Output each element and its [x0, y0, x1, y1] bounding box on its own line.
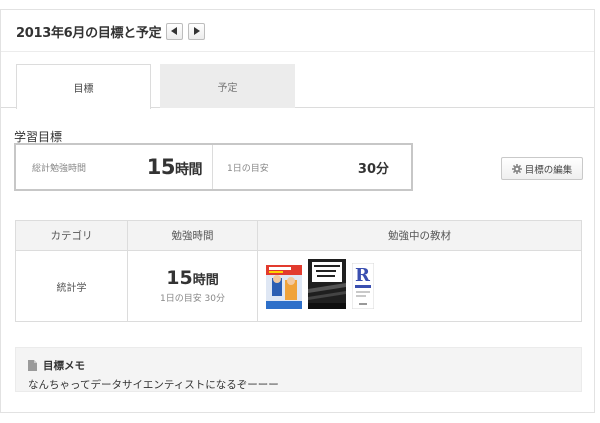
- triangle-left-icon: [171, 27, 178, 35]
- book-cover-r[interactable]: R: [352, 263, 374, 309]
- total-hours-number: 15: [146, 155, 176, 179]
- daily-target-cell: 1日の目安 30分: [213, 145, 411, 189]
- svg-text:R: R: [355, 265, 371, 286]
- title-divider: [1, 51, 594, 52]
- total-study-time-label: 総計勉強時間: [32, 163, 87, 174]
- book-cover-statistics[interactable]: [266, 265, 302, 309]
- memo-heading: 目標メモ: [28, 358, 581, 373]
- page-title: 2013年6月の目標と予定: [16, 25, 162, 41]
- edit-goal-button[interactable]: 目標の編集: [501, 157, 583, 180]
- header-materials: 勉強中の教材: [257, 220, 582, 251]
- daily-target-value: 30分: [357, 161, 389, 177]
- triangle-right-icon: [194, 27, 201, 35]
- total-study-time-value: 15時間: [146, 155, 203, 179]
- study-table: カテゴリ 勉強時間 勉強中の教材 統計学 15時間 1日の目安 30分 R: [15, 220, 582, 322]
- edit-goal-label: 目標の編集: [524, 164, 573, 176]
- next-month-button[interactable]: [188, 22, 206, 40]
- goals-panel: 2013年6月の目標と予定 目標 予定 学習目標 総計勉強時間 15時間 1日の…: [0, 9, 595, 413]
- header-study-time: 勉強時間: [127, 220, 258, 251]
- goal-summary-box: 総計勉強時間 15時間 1日の目安 30分: [14, 143, 413, 191]
- row-category: 統計学: [15, 250, 128, 322]
- row-hours-number: 15: [166, 266, 193, 289]
- row-daily-note: 1日の目安 30分: [159, 294, 226, 305]
- title-row: 2013年6月の目標と予定: [16, 20, 206, 42]
- study-table-header: カテゴリ 勉強時間 勉強中の教材: [15, 220, 582, 251]
- table-row: 統計学 15時間 1日の目安 30分 R: [15, 250, 582, 322]
- row-hours-value: 15時間: [128, 266, 257, 289]
- prev-month-button[interactable]: [166, 22, 184, 40]
- book-cover-math-strategy[interactable]: [308, 259, 346, 309]
- total-hours-unit: 時間: [175, 162, 203, 178]
- header-category: カテゴリ: [15, 220, 128, 251]
- tab-schedule[interactable]: 予定: [160, 64, 295, 108]
- memo-icon: [28, 360, 37, 371]
- tab-goals[interactable]: 目標: [16, 64, 151, 109]
- daily-target-label: 1日の目安: [227, 163, 269, 174]
- row-study-time: 15時間 1日の目安 30分: [127, 250, 258, 322]
- memo-text: なんちゃってデータサイエンティストになるぞーーー: [28, 379, 279, 391]
- total-study-time-cell: 総計勉強時間 15時間: [16, 145, 213, 189]
- row-materials: R: [257, 250, 582, 322]
- row-hours-unit: 時間: [192, 272, 219, 288]
- memo-title: 目標メモ: [43, 360, 85, 372]
- goal-memo: 目標メモ なんちゃってデータサイエンティストになるぞーーー: [15, 347, 582, 392]
- book-list: R: [258, 251, 581, 321]
- tab-bar: 目標 予定: [16, 64, 295, 109]
- gear-icon: [511, 163, 522, 174]
